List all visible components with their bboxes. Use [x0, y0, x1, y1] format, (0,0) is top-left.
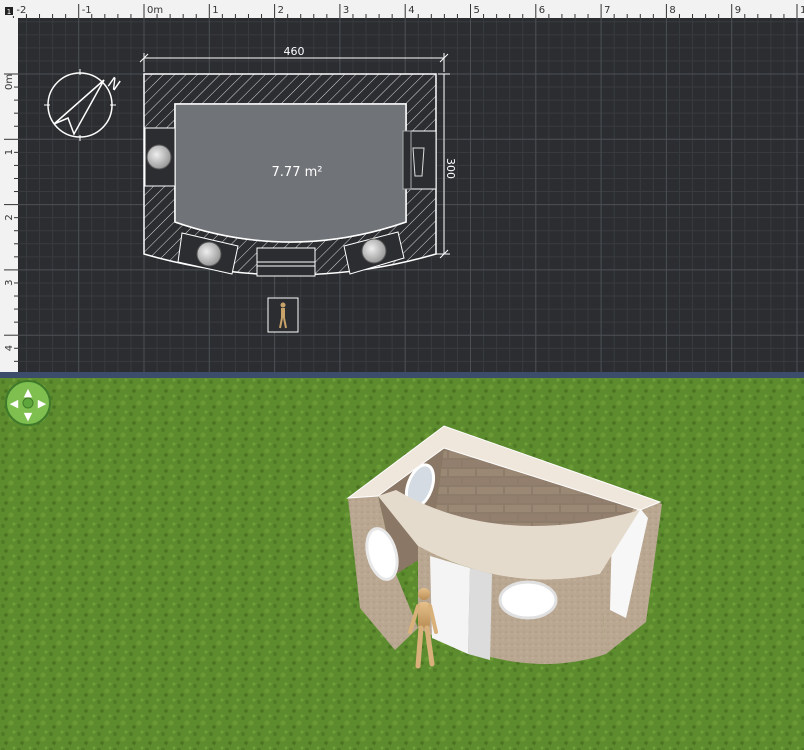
- door-right[interactable]: [402, 130, 437, 190]
- human-figure[interactable]: [267, 297, 299, 333]
- ruler-x-label: 6: [539, 5, 545, 16]
- plan-view[interactable]: -2 -1 0m 1 2 3 4 5 6 7 8 9 10 0m 1 2 3 4 1 N 460: [0, 0, 804, 372]
- horizontal-ruler[interactable]: [0, 0, 804, 18]
- nav-left-arrow-icon[interactable]: ◀: [10, 397, 19, 410]
- ruler-x-label: -2: [16, 5, 26, 16]
- navigation-control[interactable]: ▲ ▼ ◀ ▶: [5, 380, 51, 426]
- ruler-x-label: 1: [212, 5, 218, 16]
- door-bottom[interactable]: [256, 247, 316, 277]
- nav-up-arrow-icon[interactable]: ▲: [24, 386, 33, 399]
- nav-right-arrow-icon[interactable]: ▶: [38, 397, 47, 410]
- room-area-label: 7.77 m²: [272, 165, 323, 180]
- ruler-x-label: 9: [735, 5, 741, 16]
- ruler-y-label: 0m: [4, 74, 15, 90]
- nav-down-arrow-icon[interactable]: ▼: [24, 410, 33, 423]
- ruler-y-label: 4: [4, 345, 15, 351]
- ruler-corner-label: 1: [7, 8, 11, 16]
- ruler-x-label: 5: [474, 5, 480, 16]
- ruler-x-label: 7: [604, 5, 610, 16]
- ruler-y-label: 2: [4, 214, 15, 220]
- vertical-ruler[interactable]: [0, 0, 18, 372]
- window-front-porthole: [498, 580, 558, 620]
- width-dimension-line[interactable]: 460: [139, 45, 449, 72]
- ruler-x-label: 4: [408, 5, 414, 16]
- depth-dimension-label: 300: [444, 158, 457, 179]
- ruler-x-label: 8: [669, 5, 675, 16]
- front-door-opening: [430, 556, 470, 654]
- compass-rose[interactable]: N: [44, 69, 124, 141]
- ruler-y-label: 1: [4, 149, 15, 155]
- compass-north-label: N: [104, 73, 124, 94]
- ruler-x-label: 10: [800, 5, 804, 16]
- ruler-x-label: 0m: [147, 5, 163, 16]
- window-left[interactable]: [144, 127, 176, 187]
- 3d-view[interactable]: ▲ ▼ ◀ ▶: [0, 378, 804, 750]
- ruler-y-label: 3: [4, 280, 15, 286]
- ruler-x-label: -1: [82, 5, 92, 16]
- width-dimension-label: 460: [284, 45, 305, 58]
- front-door-jamb: [468, 568, 492, 660]
- ruler-x-label: 3: [343, 5, 349, 16]
- ruler-x-label: 2: [278, 5, 284, 16]
